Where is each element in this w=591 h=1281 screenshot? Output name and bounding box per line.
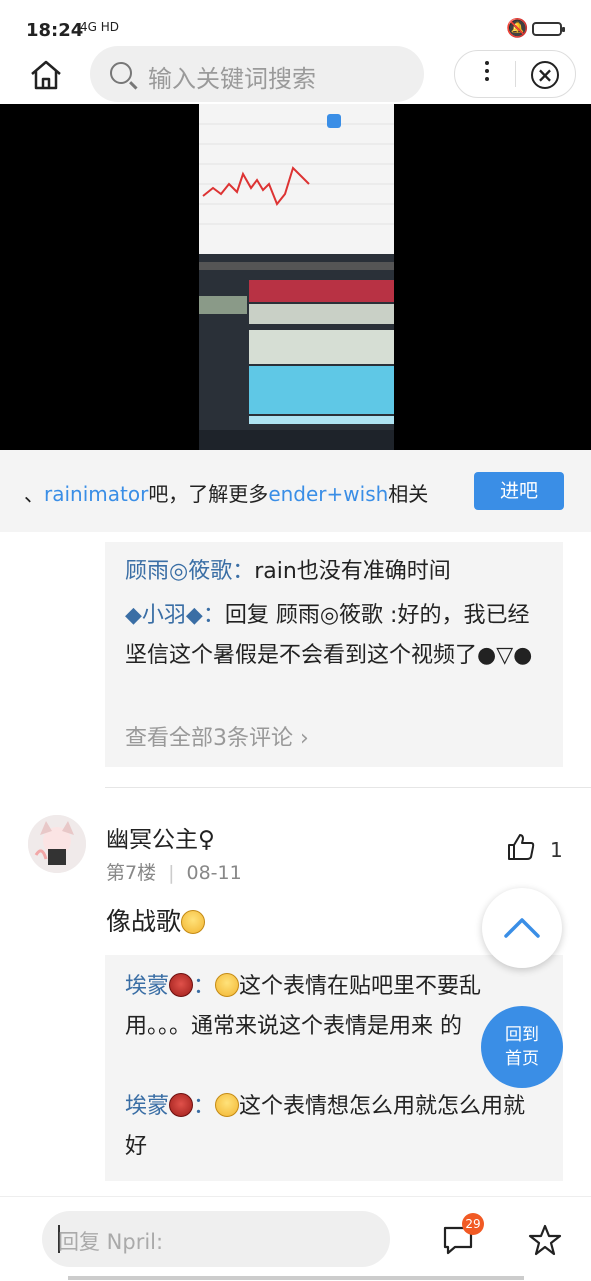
banner-keyword-1[interactable]: rainimator [44,482,148,506]
capsule-divider [515,61,516,87]
status-time: 18:24 [26,20,84,41]
video-player[interactable] [0,104,591,450]
search-bar[interactable]: 输入关键词搜索 [90,46,424,102]
post-meta: 第7楼 | 08-11 [106,862,242,884]
search-icon [110,62,132,84]
bottom-bar: 回复 Npril: 29 [0,1196,591,1281]
sub-comment-user[interactable]: ◆小羽◆ [125,603,203,628]
sub-comment-user[interactable]: 顾雨◎筱歌 [125,559,232,584]
view-all-comments-link[interactable]: 查看全部3条评论 › [125,720,309,752]
smile-emoji-icon [181,910,206,934]
sub-comment-user[interactable]: 埃蒙 [125,1094,169,1119]
battery-icon [532,22,565,36]
signal-icon: 4G HD [80,20,120,34]
post-username[interactable]: 幽冥公主♀ [106,820,215,854]
status-bar: 18:24 4G HD 🔕 [0,0,591,44]
search-placeholder: 输入关键词搜索 [148,65,316,93]
reply-placeholder: 回复 Npril: [58,1230,164,1254]
like-icon[interactable] [506,832,536,866]
divider [105,787,591,788]
banner-text: 、rainimator吧，了解更多ender+wish相关 [24,482,429,506]
devil-emoji-icon [169,1093,194,1117]
floor-number: 第7楼 [106,862,157,884]
banner-keyword-2[interactable]: ender+wish [268,482,388,506]
like-count: 1 [550,838,563,862]
close-icon[interactable]: × [531,61,559,89]
message-badge: 29 [462,1213,484,1235]
chevron-right-icon: › [300,726,309,751]
sub-comment[interactable]: 顾雨◎筱歌：rain也没有准确时间 [125,552,545,592]
smile-emoji-icon [215,973,240,997]
chevron-up-icon [504,918,540,938]
home-icon[interactable] [28,58,64,92]
video-frame [199,104,394,450]
post-date: 08-11 [186,862,242,884]
reply-input[interactable]: 回复 Npril: [42,1211,390,1267]
bell-muted-icon: 🔕 [506,18,529,39]
avatar[interactable] [28,815,86,873]
forum-banner: 、rainimator吧，了解更多ender+wish相关 进吧 [0,450,591,532]
devil-emoji-icon [169,973,194,997]
sub-comment[interactable]: 埃蒙：这个表情在贴吧里不要乱用。。。通常来说这个表情是用来 的 [125,967,535,1047]
menu-capsule: × [454,50,576,98]
sub-comment[interactable]: ◆小羽◆：回复 顾雨◎筱歌 :好的，我已经坚信这个暑假是不会看到这个视频了●▽● [125,596,545,676]
sub-comment[interactable]: 埃蒙：这个表情想怎么用就怎么用就好 [125,1087,535,1167]
scroll-top-button[interactable] [482,888,562,968]
sub-comment-text: rain也没有准确时间 [254,559,451,584]
smile-emoji-icon [215,1093,240,1117]
sub-comment-user[interactable]: 埃蒙 [125,974,169,999]
gesture-bar [68,1276,524,1280]
back-to-home-button[interactable]: 回到 首页 [481,1006,563,1088]
more-icon[interactable] [485,61,489,85]
enter-forum-button[interactable]: 进吧 [474,472,564,510]
post-content: 像战歌 [106,902,206,938]
star-icon[interactable] [528,1223,562,1261]
sub-comments: 顾雨◎筱歌：rain也没有准确时间 ◆小羽◆：回复 顾雨◎筱歌 :好的，我已经坚… [105,542,563,767]
